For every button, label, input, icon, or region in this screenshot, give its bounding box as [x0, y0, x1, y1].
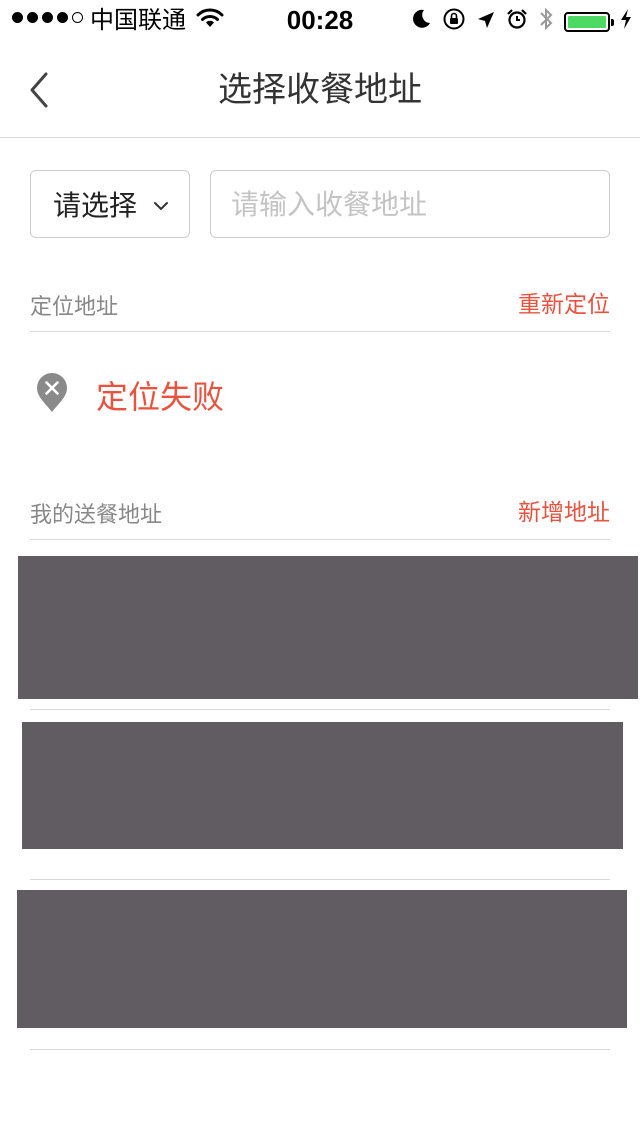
my-addresses-section-header: 我的送餐地址 新增地址 — [30, 484, 610, 540]
app-screen: 中国联通 00:28 选择收餐地址 请选择 请输入收餐地址 定位地址 重新定位 … — [0, 0, 640, 1136]
moon-icon — [410, 8, 432, 36]
relocate-button[interactable]: 重新定位 — [518, 285, 610, 319]
divider — [30, 1049, 610, 1050]
location-section-header: 定位地址 重新定位 — [30, 276, 610, 332]
alarm-icon — [506, 8, 528, 36]
page-title: 选择收餐地址 — [218, 70, 422, 110]
location-status-text: 定位失败 — [96, 378, 225, 416]
status-icons — [410, 6, 632, 38]
address-item[interactable] — [18, 556, 638, 699]
address-item[interactable] — [17, 890, 627, 1028]
address-item[interactable] — [22, 722, 623, 849]
area-select-label: 请选择 — [53, 189, 138, 222]
divider — [30, 709, 610, 710]
address-search-input[interactable] — [210, 170, 610, 238]
chevron-down-icon — [153, 197, 169, 216]
location-status: 定位失败 — [36, 372, 224, 418]
charging-icon — [620, 8, 632, 36]
location-section-title: 定位地址 — [30, 295, 119, 320]
status-bar: 中国联通 00:28 — [0, 0, 640, 40]
bluetooth-icon — [538, 6, 554, 38]
my-addresses-section-title: 我的送餐地址 — [30, 503, 163, 528]
battery-level — [568, 16, 606, 28]
location-fail-icon — [36, 373, 68, 417]
navigation-bar: 选择收餐地址 — [0, 40, 640, 138]
location-arrow-icon — [476, 8, 496, 36]
add-address-button[interactable]: 新增地址 — [518, 493, 610, 527]
rotation-lock-icon — [442, 7, 466, 37]
divider — [30, 879, 610, 880]
area-select[interactable]: 请选择 — [30, 170, 190, 238]
battery-icon — [564, 12, 614, 32]
